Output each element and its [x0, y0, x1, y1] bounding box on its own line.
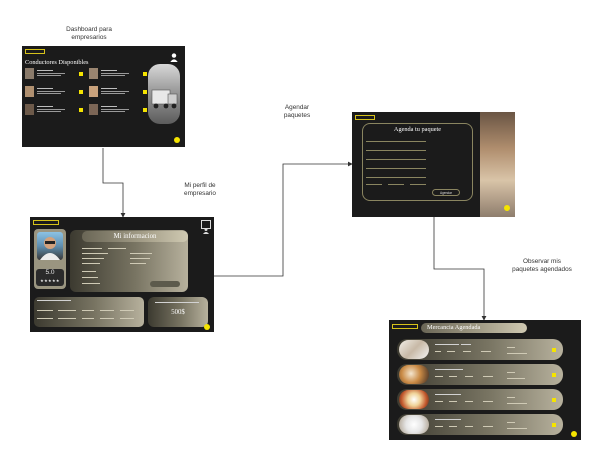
- perfil-screen: 5.0 ★★★★★ Mi informacion 500$: [30, 217, 214, 332]
- rating-value: 5.0: [45, 269, 55, 276]
- form-field[interactable]: [366, 164, 426, 169]
- shipment-photo: [399, 340, 429, 359]
- driver-card[interactable]: [89, 86, 148, 99]
- select-driver-checkbox[interactable]: [143, 108, 147, 112]
- shipment-checkbox[interactable]: [552, 373, 556, 377]
- connector-agendar-to-mercancia: [433, 217, 487, 321]
- driver-photo: [89, 68, 98, 79]
- driver-photo: [89, 104, 98, 115]
- form-field[interactable]: [366, 137, 426, 142]
- floating-action-dot[interactable]: [504, 205, 510, 211]
- shipment-photo: [399, 365, 429, 384]
- shipment-checkbox[interactable]: [552, 423, 556, 427]
- driver-card[interactable]: [25, 86, 84, 99]
- logo-badge: [392, 324, 418, 329]
- driver-photo: [25, 86, 34, 97]
- user-icon[interactable]: [170, 49, 178, 62]
- form-title: Agenda tu paquete: [393, 126, 442, 133]
- dashboard-screen: Conductores Disponibles: [22, 46, 185, 147]
- agendar-button[interactable]: Agendar: [432, 189, 460, 196]
- floating-action-dot[interactable]: [571, 431, 577, 437]
- mercancia-screen: Mercancia Agendada: [389, 320, 581, 440]
- truck-image: [148, 64, 180, 124]
- shipment-photo: [399, 390, 429, 409]
- floating-action-dot[interactable]: [174, 137, 180, 143]
- edit-button[interactable]: [150, 281, 180, 287]
- driver-card[interactable]: [89, 68, 148, 81]
- select-driver-checkbox[interactable]: [79, 108, 83, 112]
- logo-badge: [33, 220, 59, 225]
- driver-photo: [89, 86, 98, 97]
- connector-perfil-to-agendar: [214, 161, 353, 277]
- select-driver-checkbox[interactable]: [79, 72, 83, 76]
- section-title: Conductores Disponibles: [25, 59, 89, 66]
- form-field[interactable]: [366, 146, 426, 151]
- connector-dashboard-to-perfil: [102, 148, 126, 218]
- history-table: [34, 297, 144, 327]
- select-driver-checkbox[interactable]: [79, 90, 83, 94]
- amount-value: 500$: [171, 309, 185, 316]
- mercancia-title: Mercancia Agendada: [427, 324, 481, 331]
- user-card-icon[interactable]: [201, 220, 211, 234]
- date-field-day[interactable]: [366, 181, 382, 185]
- floating-action-dot[interactable]: [204, 324, 210, 330]
- driver-photo: [25, 68, 34, 79]
- logo-badge: [25, 49, 45, 54]
- shipment-photo: [399, 415, 429, 434]
- date-field-year[interactable]: [410, 181, 426, 185]
- form-field[interactable]: [366, 173, 426, 178]
- info-title: Mi informacion: [113, 233, 157, 240]
- shipment-checkbox[interactable]: [552, 398, 556, 402]
- shipment-checkbox[interactable]: [552, 348, 556, 352]
- driver-card[interactable]: [25, 104, 84, 117]
- select-driver-checkbox[interactable]: [143, 90, 147, 94]
- package-image: [480, 112, 515, 217]
- logo-badge: [355, 115, 375, 120]
- rating-stars: ★★★★★: [40, 278, 60, 283]
- driver-card[interactable]: [25, 68, 84, 81]
- select-driver-checkbox[interactable]: [143, 72, 147, 76]
- form-field[interactable]: [366, 155, 426, 160]
- agendar-screen: Agenda tu paquete Agendar: [352, 112, 515, 217]
- driver-photo: [25, 104, 34, 115]
- date-field-month[interactable]: [388, 181, 404, 185]
- avatar: [37, 232, 63, 260]
- driver-card[interactable]: [89, 104, 148, 117]
